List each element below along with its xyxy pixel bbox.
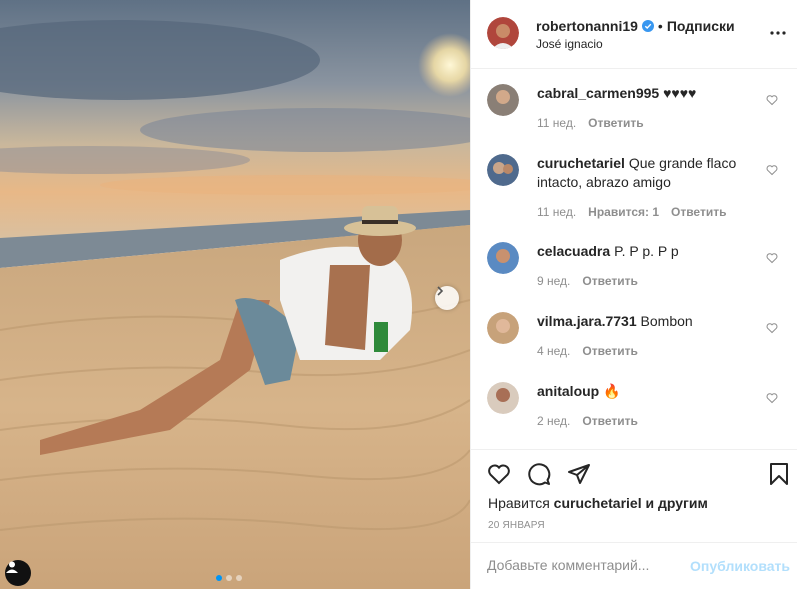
avatar-image bbox=[487, 382, 519, 414]
add-comment-bar: Опубликовать bbox=[471, 542, 797, 589]
heart-icon[interactable] bbox=[487, 462, 511, 486]
comment-likes[interactable]: Нравится: 1 bbox=[588, 205, 659, 219]
comment-time[interactable]: 4 нед. bbox=[537, 344, 570, 358]
likes-user-link[interactable]: curuchetariel bbox=[554, 495, 642, 511]
comment-input[interactable] bbox=[487, 557, 687, 573]
post-header: robertonanni19 • Подписки José ignacio bbox=[471, 0, 797, 69]
publish-button[interactable]: Опубликовать bbox=[690, 558, 790, 574]
avatar-image bbox=[487, 84, 519, 116]
heart-icon[interactable] bbox=[766, 94, 778, 106]
comment-avatar[interactable] bbox=[487, 382, 519, 414]
reply-button[interactable]: Ответить bbox=[588, 116, 643, 130]
comment-text: cabral_carmen995 ♥♥♥♥ bbox=[537, 84, 757, 103]
ellipsis-icon[interactable] bbox=[769, 28, 787, 38]
comment-time[interactable]: 2 нед. bbox=[537, 414, 570, 428]
carousel-indicator bbox=[216, 575, 242, 581]
comment-body: P. P p. P p bbox=[614, 243, 679, 259]
verified-badge-icon bbox=[641, 20, 654, 32]
comment-body: ♥♥♥♥ bbox=[663, 85, 697, 101]
heart-icon[interactable] bbox=[766, 322, 778, 334]
post-photo[interactable] bbox=[0, 0, 470, 589]
avatar-image bbox=[487, 312, 519, 344]
comment-time[interactable]: 9 нед. bbox=[537, 274, 570, 288]
author-avatar[interactable] bbox=[487, 17, 519, 49]
comment-username[interactable]: curuchetariel bbox=[537, 155, 625, 171]
comment-meta: 4 нед. Ответить bbox=[537, 344, 638, 358]
comment-body: 🔥 bbox=[603, 383, 621, 399]
comment-icon[interactable] bbox=[527, 462, 551, 486]
post-date[interactable]: 20 ЯНВАРЯ bbox=[488, 520, 545, 531]
comment-meta: 11 нед. Нравится: 1 Ответить bbox=[537, 205, 726, 219]
author-line: robertonanni19 • Подписки bbox=[536, 18, 735, 34]
likes-summary: Нравится curuchetariel и другим bbox=[488, 495, 708, 511]
comment-body: Bombon bbox=[640, 313, 693, 329]
comment-time[interactable]: 11 нед. bbox=[537, 205, 576, 219]
avatar-image bbox=[487, 154, 519, 186]
reply-button[interactable]: Ответить bbox=[582, 344, 637, 358]
comment-username[interactable]: anitaloup bbox=[537, 383, 599, 399]
comment-meta: 11 нед. Ответить bbox=[537, 116, 644, 130]
heart-icon[interactable] bbox=[766, 252, 778, 264]
chevron-right-icon bbox=[437, 286, 444, 296]
comment-text: curuchetariel Que grande flaco intacto, … bbox=[537, 154, 757, 192]
post-location[interactable]: José ignacio bbox=[536, 37, 603, 51]
likes-prefix: Нравится bbox=[488, 495, 550, 511]
reply-button[interactable]: Ответить bbox=[582, 414, 637, 428]
user-icon bbox=[6, 561, 18, 573]
comment-username[interactable]: cabral_carmen995 bbox=[537, 85, 659, 101]
carousel-next-button[interactable] bbox=[435, 286, 459, 310]
beach-photo bbox=[0, 0, 470, 589]
bookmark-icon[interactable] bbox=[767, 462, 791, 486]
carousel-dot-active bbox=[216, 575, 222, 581]
author-username[interactable]: robertonanni19 bbox=[536, 18, 638, 34]
heart-icon[interactable] bbox=[766, 392, 778, 404]
comment-text: vilma.jara.7731 Bombon bbox=[537, 312, 757, 331]
header-separator: • bbox=[657, 18, 663, 34]
author-avatar-image bbox=[487, 17, 519, 49]
comment-avatar[interactable] bbox=[487, 154, 519, 186]
tagged-users-button[interactable] bbox=[5, 560, 31, 586]
comment-meta: 2 нед. Ответить bbox=[537, 414, 638, 428]
post-details-panel: robertonanni19 • Подписки José ignacio c… bbox=[470, 0, 797, 589]
comment-meta: 9 нед. Ответить bbox=[537, 274, 638, 288]
likes-suffix[interactable]: и другим bbox=[646, 495, 708, 511]
carousel-dot bbox=[236, 575, 242, 581]
comment-avatar[interactable] bbox=[487, 312, 519, 344]
avatar-image bbox=[487, 242, 519, 274]
share-icon[interactable] bbox=[567, 462, 591, 486]
carousel-dot bbox=[226, 575, 232, 581]
following-button[interactable]: Подписки bbox=[667, 18, 735, 34]
reply-button[interactable]: Ответить bbox=[582, 274, 637, 288]
comment-text: celacuadra P. P p. P p bbox=[537, 242, 757, 261]
comment-avatar[interactable] bbox=[487, 84, 519, 116]
comment-text: anitaloup 🔥 bbox=[537, 382, 757, 401]
reply-button[interactable]: Ответить bbox=[671, 205, 726, 219]
comment-username[interactable]: celacuadra bbox=[537, 243, 610, 259]
heart-icon[interactable] bbox=[766, 164, 778, 176]
comment-time[interactable]: 11 нед. bbox=[537, 116, 576, 130]
comment-username[interactable]: vilma.jara.7731 bbox=[537, 313, 637, 329]
comment-avatar[interactable] bbox=[487, 242, 519, 274]
comments-list[interactable]: cabral_carmen995 ♥♥♥♥ 11 нед. Ответить c… bbox=[471, 70, 797, 450]
